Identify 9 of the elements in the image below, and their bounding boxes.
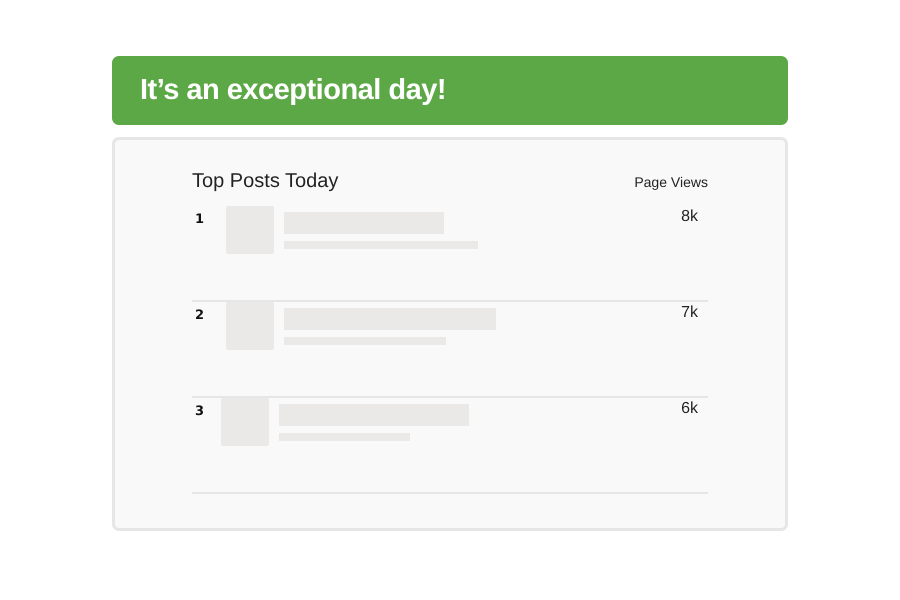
page-views: 8k [681,207,699,226]
page-views: 6k [681,399,699,418]
card-title: Top Posts Today [192,170,338,193]
rank-number: 1 [194,211,206,227]
banner-title: It’s an exceptional day! [140,74,446,107]
page-views: 7k [681,303,699,322]
column-header: Page Views [634,174,708,190]
rank-number: 2 [194,307,206,323]
rank-number: 3 [194,403,206,419]
